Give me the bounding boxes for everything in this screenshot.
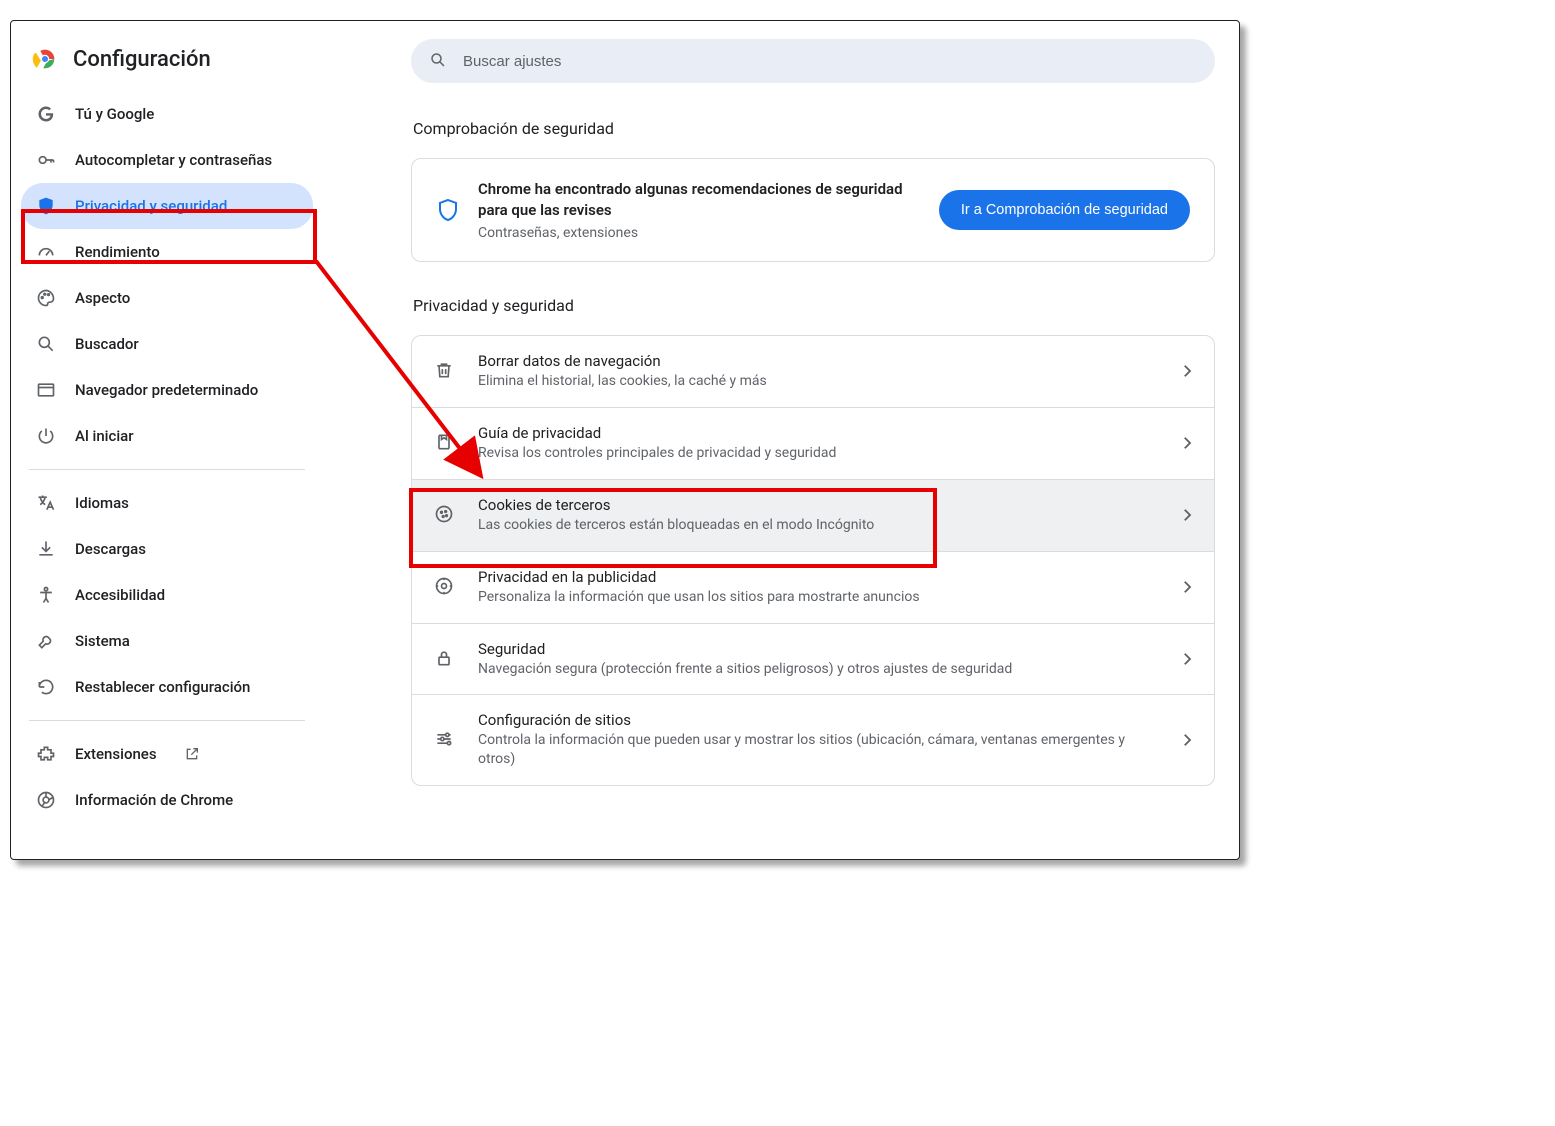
sliders-icon (434, 729, 456, 751)
speedometer-icon (35, 241, 57, 263)
row-security[interactable]: Seguridad Navegación segura (protección … (412, 623, 1214, 695)
sidebar-item-label: Al iniciar (75, 427, 134, 445)
safety-card: Chrome ha encontrado algunas recomendaci… (411, 158, 1215, 262)
reset-icon (35, 676, 57, 698)
sidebar-item-you-google[interactable]: Tú y Google (21, 91, 313, 137)
guide-icon (434, 432, 456, 454)
sidebar-item-accessibility[interactable]: Accesibilidad (21, 572, 313, 618)
sidebar-item-label: Autocompletar y contraseñas (75, 151, 272, 169)
sidebar-item-label: Navegador predeterminado (75, 381, 258, 399)
sidebar-item-reset[interactable]: Restablecer configuración (21, 664, 313, 710)
sidebar-item-label: Privacidad y seguridad (75, 197, 227, 215)
download-icon (35, 538, 57, 560)
chevron-right-icon (1178, 362, 1196, 380)
google-g-icon (35, 103, 57, 125)
sidebar-item-label: Sistema (75, 632, 130, 650)
main-content: Comprobación de seguridad Chrome ha enco… (321, 21, 1239, 859)
sidebar-item-extensions[interactable]: Extensiones (21, 731, 313, 777)
chrome-logo-icon (31, 45, 59, 73)
sidebar-item-appearance[interactable]: Aspecto (21, 275, 313, 321)
sidebar-item-default-browser[interactable]: Navegador predeterminado (21, 367, 313, 413)
row-site-settings[interactable]: Configuración de sitios Controla la info… (412, 694, 1214, 785)
row-title: Configuración de sitios (478, 711, 1156, 729)
sidebar-item-downloads[interactable]: Descargas (21, 526, 313, 572)
row-sub: Personaliza la información que usan los … (478, 588, 1156, 607)
divider (29, 469, 305, 470)
shield-icon (35, 195, 57, 217)
sidebar-item-label: Buscador (75, 335, 139, 353)
search-icon (429, 51, 449, 71)
wrench-icon (35, 630, 57, 652)
sidebar-item-label: Idiomas (75, 494, 129, 512)
key-icon (35, 149, 57, 171)
sidebar-item-label: Información de Chrome (75, 791, 233, 809)
row-ad-privacy[interactable]: Privacidad en la publicidad Personaliza … (412, 551, 1214, 623)
row-sub: Navegación segura (protección frente a s… (478, 660, 1156, 679)
sidebar-item-label: Extensiones (75, 745, 157, 763)
sidebar-item-performance[interactable]: Rendimiento (21, 229, 313, 275)
row-sub: Las cookies de terceros están bloqueadas… (478, 516, 1156, 535)
lock-icon (434, 648, 456, 670)
sidebar-item-label: Descargas (75, 540, 146, 558)
row-privacy-guide[interactable]: Guía de privacidad Revisa los controles … (412, 407, 1214, 479)
search-icon (35, 333, 57, 355)
power-icon (35, 425, 57, 447)
page-title: Configuración (73, 47, 211, 72)
sidebar-item-privacy[interactable]: Privacidad y seguridad (21, 183, 313, 229)
chevron-right-icon (1178, 731, 1196, 749)
sidebar-item-label: Aspecto (75, 289, 130, 307)
sidebar-item-search-engine[interactable]: Buscador (21, 321, 313, 367)
sidebar-item-label: Tú y Google (75, 105, 154, 123)
search-bar[interactable] (411, 39, 1215, 83)
chevron-right-icon (1178, 650, 1196, 668)
safety-sub: Contraseñas, extensiones (478, 225, 921, 241)
row-title: Cookies de terceros (478, 496, 1156, 514)
sidebar-item-label: Rendimiento (75, 243, 160, 261)
browser-icon (35, 379, 57, 401)
sidebar-item-label: Restablecer configuración (75, 678, 250, 696)
ad-icon (434, 576, 456, 598)
chevron-right-icon (1178, 434, 1196, 452)
palette-icon (35, 287, 57, 309)
search-input[interactable] (463, 53, 1197, 70)
divider (29, 720, 305, 721)
safety-check-button[interactable]: Ir a Comprobación de seguridad (939, 190, 1190, 230)
row-title: Privacidad en la publicidad (478, 568, 1156, 586)
safety-title: Chrome ha encontrado algunas recomendaci… (478, 179, 921, 221)
shield-icon (436, 198, 460, 222)
brand: Configuración (21, 39, 313, 91)
privacy-card: Borrar datos de navegación Elimina el hi… (411, 335, 1215, 786)
sidebar-item-on-startup[interactable]: Al iniciar (21, 413, 313, 459)
sidebar-item-autofill[interactable]: Autocompletar y contraseñas (21, 137, 313, 183)
settings-window: Configuración Tú y Google Autocompletar … (10, 20, 1240, 860)
chrome-outline-icon (35, 789, 57, 811)
cookie-icon (434, 504, 456, 526)
row-title: Guía de privacidad (478, 424, 1156, 442)
row-title: Seguridad (478, 640, 1156, 658)
section-label-safety: Comprobación de seguridad (413, 119, 1215, 138)
chevron-right-icon (1178, 578, 1196, 596)
sidebar: Configuración Tú y Google Autocompletar … (11, 21, 321, 859)
accessibility-icon (35, 584, 57, 606)
row-sub: Elimina el historial, las cookies, la ca… (478, 372, 1156, 391)
sidebar-item-about[interactable]: Información de Chrome (21, 777, 313, 823)
row-third-party-cookies[interactable]: Cookies de terceros Las cookies de terce… (412, 479, 1214, 551)
sidebar-item-label: Accesibilidad (75, 586, 165, 604)
extensions-icon (35, 743, 57, 765)
trash-icon (434, 360, 456, 382)
sidebar-item-languages[interactable]: Idiomas (21, 480, 313, 526)
external-link-icon (181, 743, 203, 765)
chevron-right-icon (1178, 506, 1196, 524)
section-label-privacy: Privacidad y seguridad (413, 296, 1215, 315)
row-clear-data[interactable]: Borrar datos de navegación Elimina el hi… (412, 336, 1214, 407)
sidebar-item-system[interactable]: Sistema (21, 618, 313, 664)
safety-row: Chrome ha encontrado algunas recomendaci… (412, 159, 1214, 261)
translate-icon (35, 492, 57, 514)
row-sub: Controla la información que pueden usar … (478, 731, 1156, 769)
row-title: Borrar datos de navegación (478, 352, 1156, 370)
row-sub: Revisa los controles principales de priv… (478, 444, 1156, 463)
